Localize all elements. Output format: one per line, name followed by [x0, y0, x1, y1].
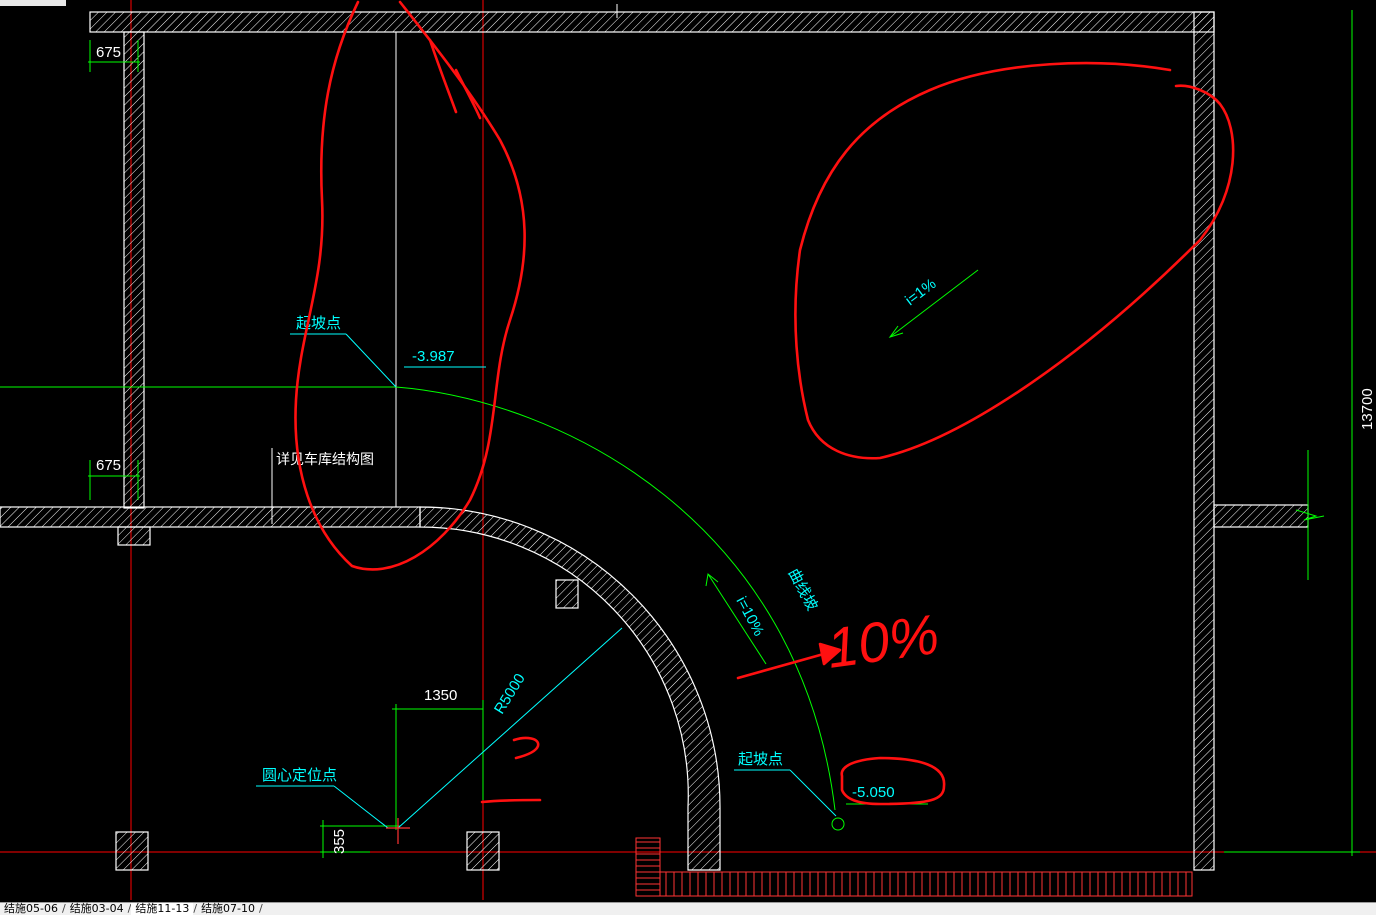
ramp-slope-label: i=10% — [732, 594, 767, 639]
sheet-tab[interactable]: 结施05-06 — [0, 903, 62, 915]
wall-mid-horizontal — [0, 506, 421, 528]
markup-loop-left — [294, 0, 526, 571]
leader-bottom — [789, 769, 837, 817]
markup-loop-left-tail2 — [454, 68, 482, 120]
sheet-tab-bar: 结施05-06/结施03-04/结施11-13/结施07-10/ — [0, 902, 1376, 915]
markup-two-bottom — [480, 798, 542, 804]
slope-start-top-label: 起坡点 — [296, 315, 341, 332]
dim-355-text: 355 — [331, 829, 348, 854]
column-left — [115, 831, 149, 871]
dim-13700-text: 13700 — [1359, 388, 1376, 430]
slope-start-top-elevation: -3.987 — [412, 348, 455, 365]
markup-loop-right — [794, 61, 1235, 460]
sheet-tab[interactable]: 结施03-04 — [66, 903, 128, 915]
slope-arrow-1pct — [889, 269, 979, 338]
wall-top — [89, 11, 1215, 33]
wall-curved-ramp — [419, 506, 721, 871]
slope-start-bottom-label: 起坡点 — [738, 751, 783, 768]
markup-two-top — [512, 736, 540, 760]
wall-pier — [555, 579, 579, 609]
cad-drawing-canvas[interactable]: 675 675 1350 355 13700 起坡点 -3.987 圆心定位点 … — [0, 0, 1376, 902]
slope-start-point-marker — [831, 817, 845, 831]
label-texts: 详见车库结构图 — [276, 451, 374, 467]
bottom-rail — [659, 871, 1193, 897]
wall-left-inner — [123, 31, 145, 509]
radius-line — [397, 627, 623, 829]
slope-start-bottom-elevation: -5.050 — [852, 784, 895, 801]
radius-label: R5000 — [491, 671, 529, 717]
ramp-name-label: 曲线坡 — [784, 566, 820, 614]
dim-675-top-text: 675 — [96, 44, 121, 61]
wall-stub-right — [1213, 504, 1309, 528]
tab-separator: / — [259, 902, 263, 915]
column-mid — [466, 831, 500, 871]
dim-675-mid-text: 675 — [96, 457, 121, 474]
sheet-tab[interactable]: 结施07-10 — [197, 903, 259, 915]
side-note-text: 详见车库结构图 — [276, 451, 374, 467]
top-toolbar-strip — [0, 0, 66, 6]
leader-top — [345, 333, 397, 388]
sheet-tab[interactable]: 结施11-13 — [131, 903, 194, 915]
markup-loop-left-tail — [428, 38, 458, 114]
dimension-texts: 675 675 1350 355 13700 — [96, 44, 1376, 854]
leader-center — [333, 785, 389, 829]
walls — [0, 11, 1309, 897]
handwritten-note: 10% — [823, 602, 943, 680]
wall-right — [1193, 11, 1215, 871]
handwritten-markup — [294, 0, 1235, 806]
annotation-texts: 起坡点 -3.987 圆心定位点 起坡点 -5.050 R5000 i=1% i… — [262, 275, 939, 801]
dim-1350-text: 1350 — [424, 687, 457, 704]
bottom-stairs — [635, 837, 661, 897]
wall-stub-left — [117, 526, 151, 546]
markup-note-text: 10% — [823, 602, 943, 680]
circle-center-marker — [386, 818, 410, 844]
circle-center-label: 圆心定位点 — [262, 767, 337, 784]
